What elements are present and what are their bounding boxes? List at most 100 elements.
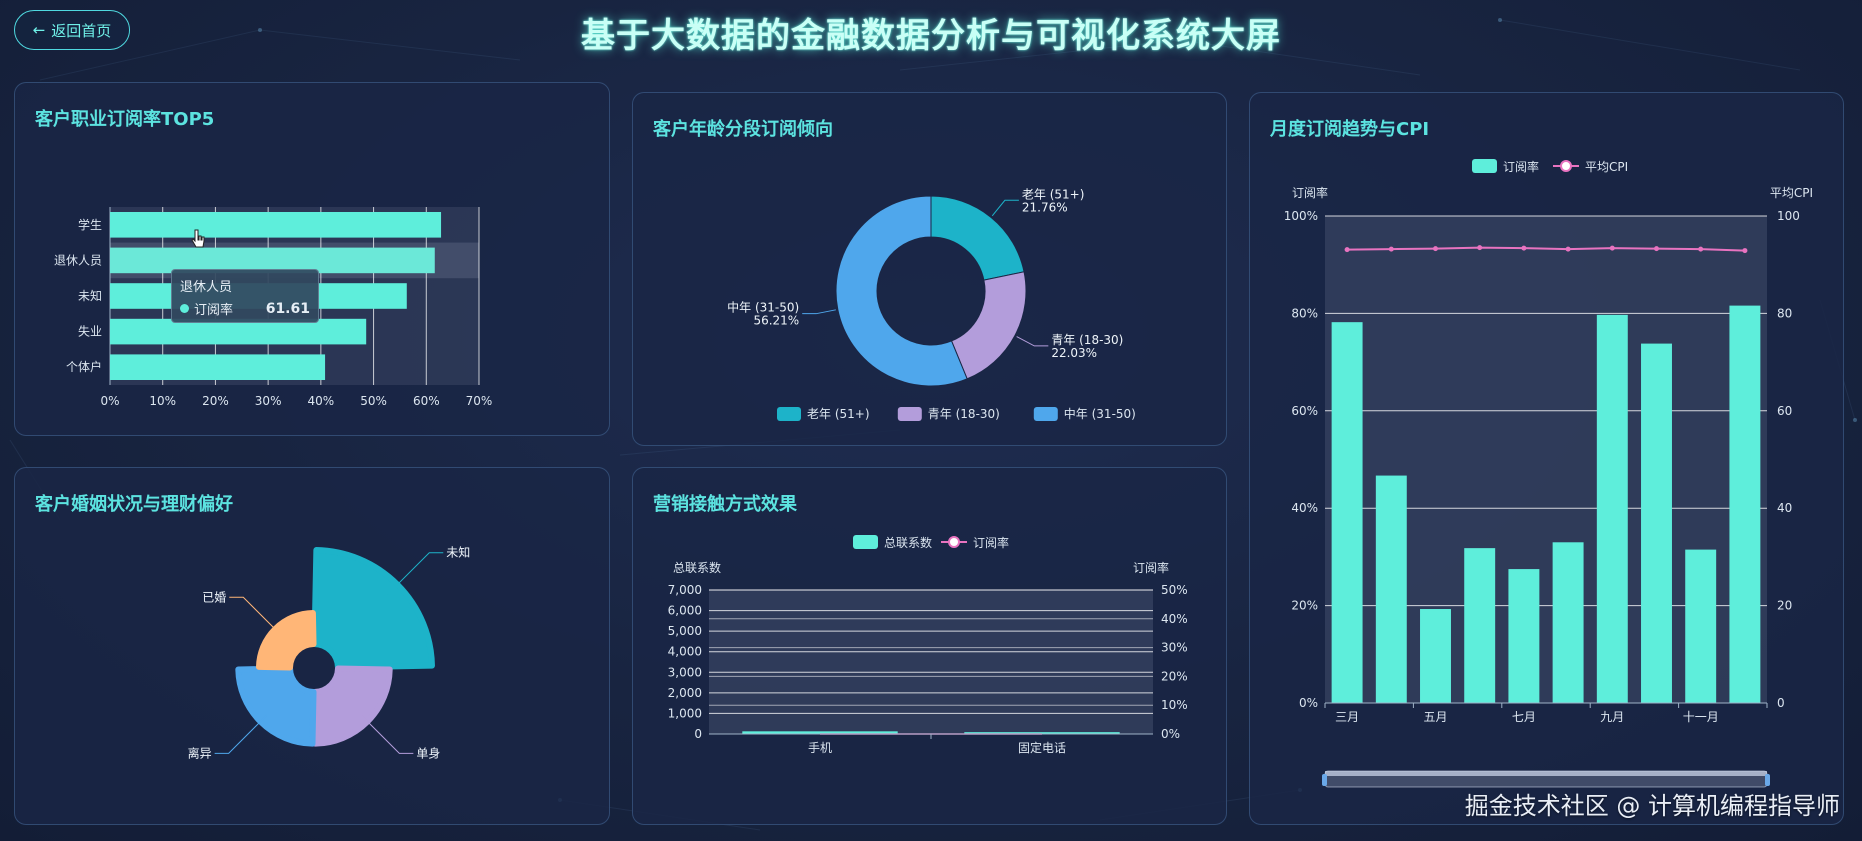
cpi-point xyxy=(1742,248,1748,254)
bar xyxy=(1331,322,1363,703)
x-tick-label: 40% xyxy=(308,394,335,408)
age-panel: 客户年龄分段订阅倾向 老年 (51+) 21.76% 青年 (18-30) 22.03… xyxy=(632,92,1227,446)
y-left-axis-label: 订阅率 xyxy=(1292,185,1328,200)
x-tick-label: 七月 xyxy=(1512,710,1536,724)
cpi-point xyxy=(1477,245,1483,251)
legend-swatch xyxy=(853,535,878,549)
bar xyxy=(1420,609,1451,703)
slice-label: 中年 (31-50) xyxy=(727,300,799,315)
zoom-handle-left xyxy=(1322,774,1327,786)
tooltip-title: 退休人员 xyxy=(180,280,233,295)
y-left-tick-label: 1,000 xyxy=(668,706,702,720)
cpi-point xyxy=(1609,245,1615,251)
plot-area xyxy=(709,590,1153,734)
y-left-axis-label: 总联系数 xyxy=(673,560,721,575)
legend-swatch xyxy=(1033,407,1058,421)
x-tick-label: 五月 xyxy=(1423,710,1447,724)
tooltip-series: 订阅率 xyxy=(194,303,234,318)
legend-swatch xyxy=(897,407,922,421)
legend-marker xyxy=(1560,160,1572,172)
y-right-tick-label: 40 xyxy=(1777,501,1792,515)
label-leader-line xyxy=(802,309,836,315)
y-right-tick-label: 50% xyxy=(1161,583,1188,597)
y-tick-label: 退休人员 xyxy=(54,253,102,267)
y-left-tick-label: 20% xyxy=(1291,599,1318,613)
legend-label: 订阅率 xyxy=(1503,159,1539,174)
bar xyxy=(110,212,442,238)
y-tick-label: 未知 xyxy=(78,289,102,303)
watermark: 掘金技术社区 @ 计算机编程指导师 xyxy=(1464,792,1840,820)
label-leader-line xyxy=(1016,336,1049,347)
x-tick-label: 固定电话 xyxy=(1018,740,1066,755)
slice-label: 单身 xyxy=(416,745,440,760)
y-left-tick-label: 80% xyxy=(1291,306,1318,320)
zoom-slider-top xyxy=(1325,771,1767,776)
cpi-point xyxy=(1344,247,1350,253)
occupation-chart: 0% 10% 20% 30% 40% 50% 60% 70% 学生退休人员未知失业个体户 xyxy=(54,207,493,408)
bar xyxy=(110,354,326,380)
bar xyxy=(1641,343,1672,703)
zoom-handle-right xyxy=(1765,774,1770,786)
legend-label: 总联系数 xyxy=(884,535,932,550)
marital-chart: 未知单身 离异 已婚 xyxy=(187,545,472,762)
slice-label: 老年 (51+) xyxy=(1022,187,1085,201)
legend-label: 平均CPI xyxy=(1585,160,1628,174)
y-left-tick-label: 2,000 xyxy=(668,686,702,700)
y-tick-label: 学生 xyxy=(78,217,102,232)
x-tick-label: 手机 xyxy=(808,741,832,755)
x-tick-label: 三月 xyxy=(1335,710,1359,724)
label-leader-line xyxy=(991,199,1019,217)
marketing-panel: 营销接触方式效果 0 1,000 2,000 3,000 4,000 5,000 6,000… xyxy=(632,467,1227,825)
y-right-tick-label: 20 xyxy=(1777,599,1792,613)
x-tick-label: 0% xyxy=(100,394,119,408)
occupation-tooltip: 退休人员 订阅率 61.61 xyxy=(171,269,319,323)
legend-swatch xyxy=(1472,159,1497,173)
age-chart: 老年 (51+)21.76%青年 (18-30)22.03%中年 (31-50)… xyxy=(726,186,1136,421)
y-right-tick-label: 60 xyxy=(1777,404,1792,418)
y-left-tick-label: 3,000 xyxy=(668,665,702,679)
y-left-tick-label: 40% xyxy=(1291,501,1318,515)
y-right-tick-label: 40% xyxy=(1161,612,1188,626)
y-right-axis-label: 平均CPI xyxy=(1770,186,1813,200)
y-left-tick-label: 100% xyxy=(1284,209,1318,223)
legend-marker xyxy=(948,536,960,548)
bar xyxy=(1508,569,1540,703)
slice-percent-label: 56.21% xyxy=(753,314,799,328)
bar xyxy=(1464,548,1496,703)
tooltip-value: 61.61 xyxy=(265,300,310,317)
monthly-chart: 0% 020% 2040% 4060% 6080% 80100% 100订阅率 平均CPI三月… xyxy=(1284,159,1813,788)
slice-label: 已婚 xyxy=(202,590,226,604)
legend-label: 青年 (18-30) xyxy=(928,407,1000,421)
y-right-tick-label: 20% xyxy=(1161,669,1188,683)
marketing-chart: 0 1,000 2,000 3,000 4,000 5,000 6,000 7,000 0% 10… xyxy=(668,535,1188,755)
marital-panel: 客户婚姻状况与理财偏好 未知 单身 离异 已婚 xyxy=(14,467,610,825)
y-right-tick-label: 0% xyxy=(1161,727,1180,741)
tooltip-dot-icon xyxy=(180,304,189,313)
cpi-point xyxy=(1698,246,1704,252)
cpi-point xyxy=(1521,245,1527,251)
y-left-tick-label: 7,000 xyxy=(668,583,702,597)
bar xyxy=(1729,305,1761,703)
occupation-panel: 客户职业订阅率TOP5 0% 10% 20% 30% 40% 50% 60% 70% 学生 退休人… xyxy=(14,82,610,436)
slice-label: 青年 (18-30) xyxy=(1051,333,1123,347)
y-tick-label: 失业 xyxy=(78,324,102,339)
bar xyxy=(1552,542,1584,703)
cpi-point xyxy=(1565,246,1571,252)
legend-label: 订阅率 xyxy=(973,535,1009,550)
x-tick-label: 30% xyxy=(255,394,282,408)
cpi-point xyxy=(1433,246,1438,252)
legend-swatch xyxy=(777,407,801,421)
bar xyxy=(1375,475,1407,703)
y-left-tick-label: 60% xyxy=(1291,404,1318,418)
slice-label: 离异 xyxy=(188,745,212,760)
monthly-panel: 月度订阅趋势与CPI 0% 0 20% 20 40% 40 60% 60 80% 80 100% 10… xyxy=(1249,92,1844,825)
x-tick-label: 70% xyxy=(466,394,493,408)
slice-label: 未知 xyxy=(446,546,470,560)
y-right-tick-label: 10% xyxy=(1161,698,1188,712)
bar xyxy=(1596,314,1628,703)
y-left-tick-label: 0 xyxy=(694,727,702,741)
donut-slice xyxy=(930,195,1025,281)
x-tick-label: 20% xyxy=(202,394,229,408)
slice-percent-label: 21.76% xyxy=(1022,200,1068,214)
y-right-tick-label: 80 xyxy=(1777,306,1792,320)
